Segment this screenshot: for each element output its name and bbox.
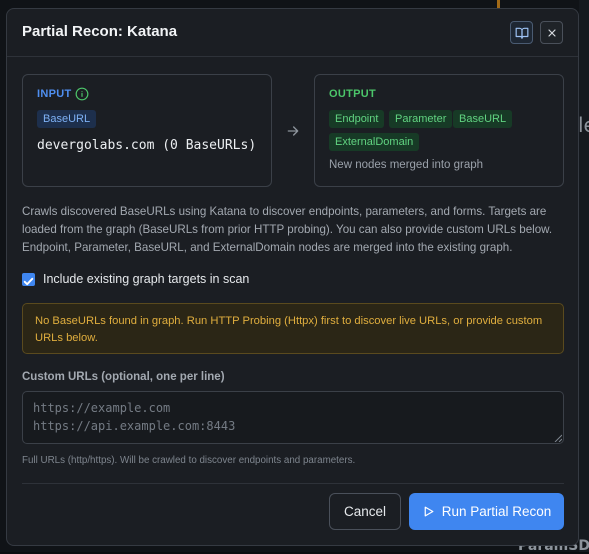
cancel-button[interactable]: Cancel <box>329 493 401 530</box>
input-target-value: devergolabs.com (0 BaseURLs) <box>37 138 256 153</box>
partial-recon-dialog: Partial Recon: Katana INPUT BaseURL deve… <box>6 8 579 546</box>
background-panel <box>579 0 589 552</box>
dialog-title: Partial Recon: Katana <box>22 23 177 40</box>
run-partial-recon-button[interactable]: Run Partial Recon <box>409 493 564 530</box>
close-icon <box>546 27 558 39</box>
output-note: New nodes merged into graph <box>329 159 483 171</box>
play-icon <box>422 505 435 518</box>
info-icon[interactable] <box>75 87 89 101</box>
docs-button[interactable] <box>510 21 533 44</box>
output-chip-externaldomain: ExternalDomain <box>329 133 419 151</box>
output-chip-parameter: Parameter <box>389 110 452 128</box>
dialog-header: Partial Recon: Katana <box>7 9 578 57</box>
include-targets-label[interactable]: Include existing graph targets in scan <box>43 272 249 286</box>
output-label: OUTPUT <box>329 88 376 100</box>
custom-urls-hint: Full URLs (http/https). Will be crawled … <box>22 455 355 466</box>
custom-urls-textarea[interactable] <box>22 391 564 444</box>
input-chip-baseurl: BaseURL <box>37 110 96 128</box>
description-text: Crawls discovered BaseURLs using Katana … <box>22 203 566 257</box>
warning-text: No BaseURLs found in graph. Run HTTP Pro… <box>35 313 553 347</box>
output-panel: OUTPUT Endpoint Parameter BaseURL Extern… <box>314 74 564 187</box>
output-chip-endpoint: Endpoint <box>329 110 384 128</box>
output-chip-baseurl: BaseURL <box>453 110 512 128</box>
resize-grip-icon[interactable] <box>554 434 562 442</box>
background-accent-line <box>497 0 500 8</box>
warning-banner: No BaseURLs found in graph. Run HTTP Pro… <box>22 303 564 354</box>
book-open-icon <box>515 26 529 40</box>
arrow-right-icon <box>285 123 301 139</box>
close-button[interactable] <box>540 21 563 44</box>
checkmark-icon <box>22 275 35 288</box>
background-text-right: le <box>578 113 589 137</box>
input-label: INPUT <box>37 88 72 100</box>
run-button-label: Run Partial Recon <box>442 504 552 519</box>
include-targets-checkbox[interactable] <box>22 273 35 286</box>
custom-urls-label: Custom URLs (optional, one per line) <box>22 371 225 383</box>
footer-divider <box>22 483 564 484</box>
input-panel: INPUT BaseURL devergolabs.com (0 BaseURL… <box>22 74 272 187</box>
